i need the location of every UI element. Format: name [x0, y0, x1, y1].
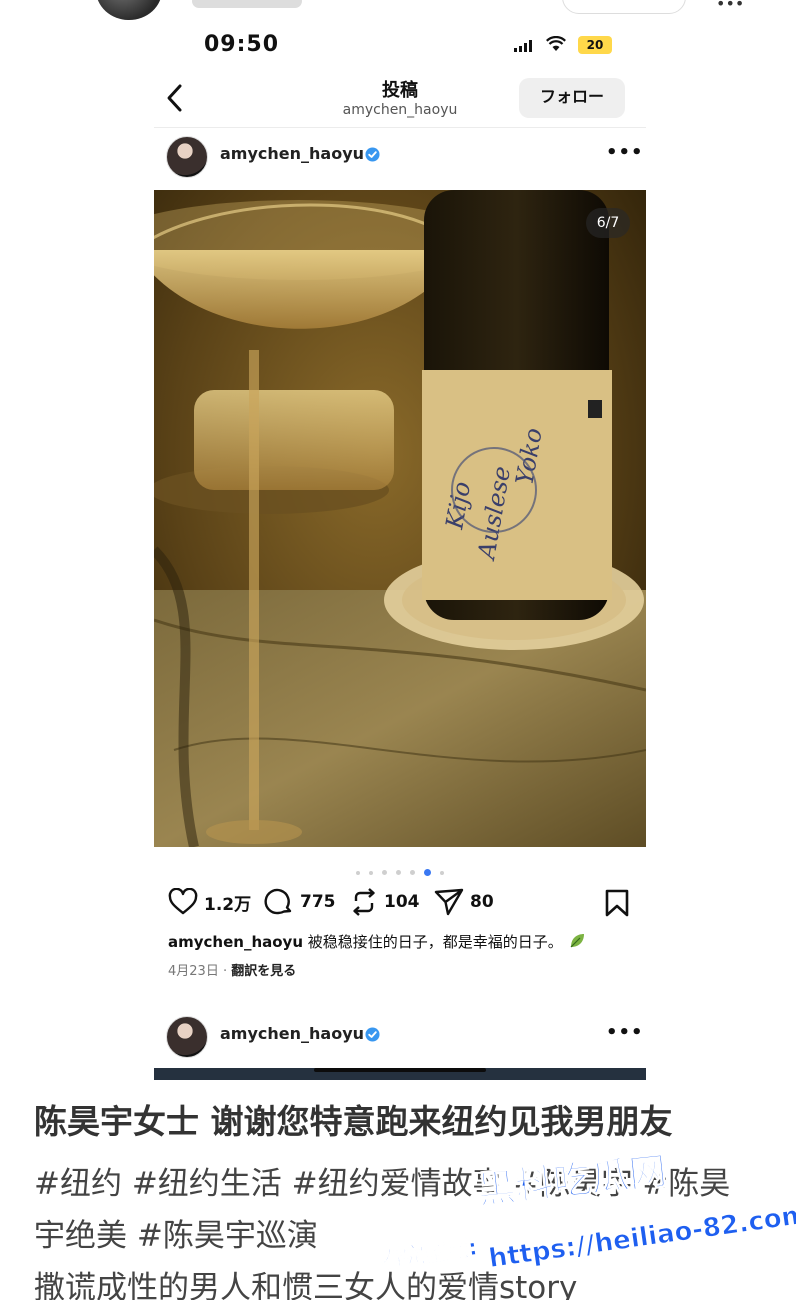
next-post-username[interactable]: amychen_haoyu: [220, 1024, 364, 1043]
instagram-screenshot: 09:50 20 投稿 amychen_haoyu フォロー amychen_h…: [154, 30, 646, 1080]
follow-button[interactable]: フォロー: [519, 78, 625, 118]
next-post-photo-cropped[interactable]: [154, 1068, 646, 1080]
like-button[interactable]: 1.2万: [168, 882, 251, 922]
hashtag-line[interactable]: 宇绝美 #陈昊宇巡演: [34, 1210, 774, 1262]
translate-link[interactable]: 翻訳を見る: [231, 964, 296, 979]
repost-button[interactable]: 104: [350, 882, 420, 922]
next-post-header: amychen_haoyu •••: [154, 1010, 646, 1070]
post-photo[interactable]: Kijo Auslese Yoko 6/7: [154, 190, 646, 847]
leaf-emoji-icon: [570, 934, 584, 948]
post-caption: amychen_haoyu 被稳稳接住的日子，都是幸福的日子。: [168, 932, 638, 952]
carousel-dots: [154, 862, 646, 876]
status-time: 09:50: [204, 32, 280, 57]
carousel-counter: 6/7: [586, 208, 630, 238]
more-options-icon[interactable]: •••: [606, 1022, 644, 1043]
cellular-signal-icon: [514, 40, 534, 52]
comment-count: 775: [300, 892, 336, 912]
wifi-icon: [546, 36, 566, 51]
caption-username[interactable]: amychen_haoyu: [168, 933, 303, 951]
article-headline: 陈昊宇女士 谢谢您特意跑来纽约见我男朋友: [34, 1102, 673, 1141]
share-count: 80: [470, 892, 494, 912]
verified-badge-icon: [365, 1027, 380, 1042]
repost-icon: [353, 888, 375, 916]
post-date: 4月23日: [168, 964, 219, 979]
carousel-dot: [355, 870, 360, 875]
carousel-dot: [381, 870, 387, 875]
article-text: 陈昊宇女士 谢谢您特意跑来纽约见我男朋友 #纽约 #纽约生活 #纽约爱情故事 #…: [34, 1100, 774, 1300]
verified-badge-icon: [365, 147, 380, 162]
like-count: 1.2万: [204, 894, 252, 915]
home-indicator: [314, 1068, 486, 1072]
bookmark-icon[interactable]: [604, 888, 630, 918]
battery-icon: 20: [578, 36, 612, 54]
status-bar: 09:50 20: [154, 30, 646, 60]
outer-avatar[interactable]: [96, 0, 162, 20]
comment-button[interactable]: 775: [264, 882, 336, 922]
carousel-dot: [368, 870, 373, 875]
meta-separator: ·: [222, 964, 232, 979]
caption-text: 被稳稳接住的日子，都是幸福的日子。: [307, 933, 563, 951]
outer-app-header-strip: •••: [0, 0, 800, 22]
repost-count: 104: [384, 892, 420, 912]
carousel-dot: [440, 870, 445, 875]
post-meta: 4月23日 · 翻訳を見る: [168, 960, 296, 979]
avatar[interactable]: [166, 136, 208, 178]
more-options-icon[interactable]: •••: [606, 142, 644, 163]
avatar[interactable]: [166, 1016, 208, 1058]
share-button[interactable]: 80: [434, 882, 494, 922]
wine-bottle-photo: Kijo Auslese Yoko: [154, 190, 646, 847]
post-username[interactable]: amychen_haoyu: [220, 144, 364, 163]
carousel-dot-active: [424, 869, 432, 876]
post-header: amychen_haoyu •••: [154, 130, 646, 182]
article-body: 撒谎成性的男人和惯三女人的爱情story: [34, 1270, 578, 1300]
heart-icon: [168, 888, 198, 915]
send-icon: [434, 888, 464, 916]
comment-icon: [264, 888, 292, 915]
hashtag-line[interactable]: #纽约 #纽约生活 #纽约爱情故事 #陈昊宇 #陈昊: [34, 1158, 774, 1210]
outer-username-cropped: [192, 0, 302, 8]
outer-more-icon[interactable]: •••: [716, 0, 744, 13]
carousel-dot: [396, 870, 401, 875]
post-navbar: 投稿 amychen_haoyu フォロー: [154, 70, 646, 128]
carousel-dot: [410, 870, 416, 875]
outer-follow-button-cropped[interactable]: [562, 0, 686, 14]
post-actions: 1.2万 775 104 80: [154, 882, 646, 922]
